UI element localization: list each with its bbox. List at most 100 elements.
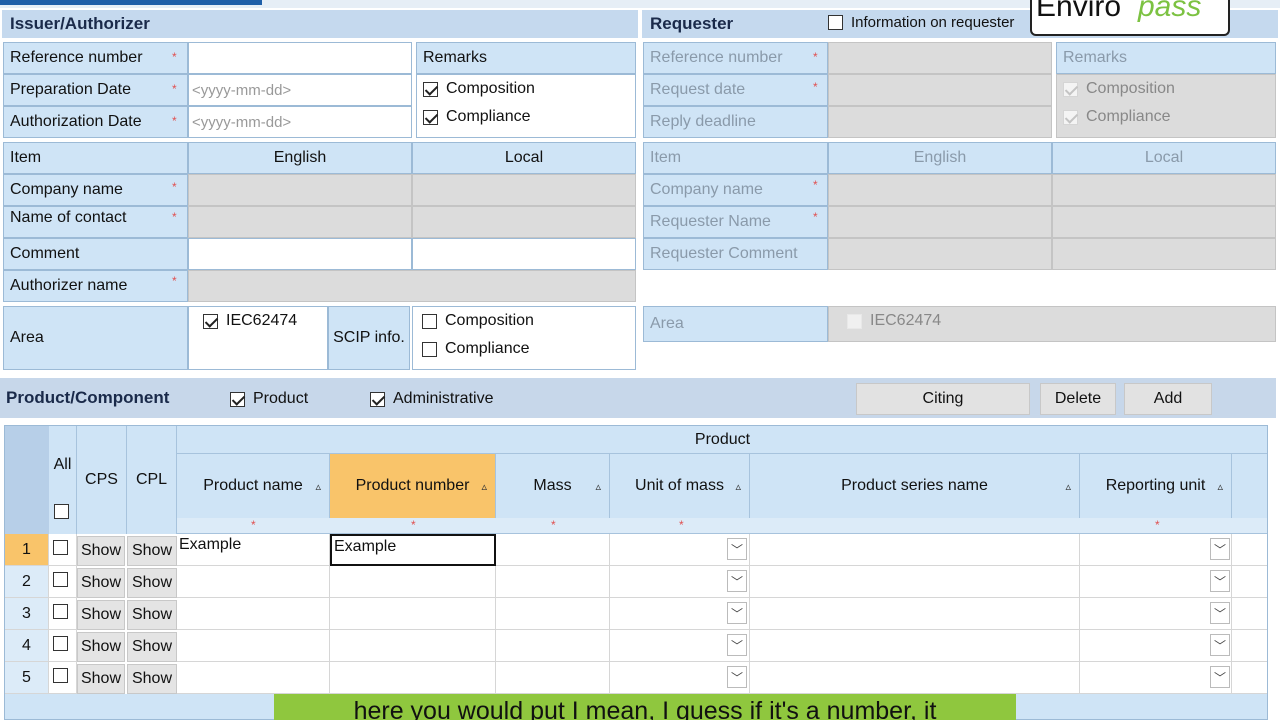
row-checkbox[interactable]: [53, 604, 68, 619]
checkbox[interactable]: [828, 15, 843, 30]
issuer-iec-checkbox-row[interactable]: IEC62474: [203, 312, 297, 330]
product-name-cell[interactable]: Example: [177, 534, 330, 566]
cpl-show-button[interactable]: Show: [127, 632, 177, 662]
row-number[interactable]: 5: [5, 662, 49, 694]
preparation-date-input[interactable]: <yyyy-mm-dd>: [188, 74, 412, 106]
name-of-contact-local[interactable]: [412, 206, 636, 238]
checkbox[interactable]: [203, 313, 218, 329]
mass-cell[interactable]: [496, 662, 610, 694]
mass-cell[interactable]: [496, 566, 610, 598]
cpl-show-button[interactable]: Show: [127, 600, 177, 630]
product-number-cell[interactable]: [330, 662, 496, 694]
checkbox[interactable]: [422, 341, 437, 357]
row-number[interactable]: 1: [5, 534, 49, 566]
product-number-cell[interactable]: [330, 630, 496, 662]
chevron-down-icon[interactable]: ﹀: [1210, 538, 1230, 560]
col-cps-header[interactable]: CPS: [77, 426, 127, 534]
product-name-cell[interactable]: [177, 630, 330, 662]
cpl-show-button[interactable]: Show: [127, 664, 177, 694]
cps-show-button[interactable]: Show: [77, 568, 125, 598]
product-name-cell[interactable]: [177, 566, 330, 598]
product-group-header: Product: [177, 426, 1267, 454]
scip-composition-row[interactable]: Composition: [422, 312, 534, 330]
active-tab-indicator: [0, 0, 262, 5]
citing-button[interactable]: Citing: [856, 383, 1030, 415]
product-checkbox-row[interactable]: Product: [230, 390, 308, 408]
product-number-cell[interactable]: Example: [330, 534, 496, 566]
mass-cell[interactable]: [496, 534, 610, 566]
add-button[interactable]: Add: [1124, 383, 1212, 415]
required-star: *: [172, 114, 177, 128]
comment-local-input[interactable]: [412, 238, 636, 270]
required-star: *: [813, 210, 818, 224]
col-product-series-name-header[interactable]: Product series name ▵: [750, 454, 1080, 518]
row-checkbox[interactable]: [53, 668, 68, 683]
chevron-down-icon[interactable]: ﹀: [727, 602, 747, 624]
chevron-down-icon[interactable]: ﹀: [727, 538, 747, 560]
col-reporting-unit-header[interactable]: Reporting unit ▵: [1080, 454, 1232, 518]
requester-iec-row: IEC62474: [847, 312, 941, 330]
chevron-down-icon[interactable]: ﹀: [1210, 570, 1230, 592]
col-cpl-header[interactable]: CPL: [127, 426, 177, 534]
product-series-name-cell[interactable]: [750, 566, 1080, 598]
information-on-requester-row[interactable]: Information on requester: [828, 14, 1014, 31]
chevron-down-icon[interactable]: ﹀: [1210, 666, 1230, 688]
checkbox[interactable]: [423, 81, 438, 97]
col-mass-header[interactable]: Mass ▵: [496, 454, 610, 518]
row-number[interactable]: 2: [5, 566, 49, 598]
extra-cell: [1232, 534, 1267, 566]
cps-show-button[interactable]: Show: [77, 632, 125, 662]
checkbox[interactable]: [230, 391, 245, 407]
issuer-reference-number-input[interactable]: [188, 42, 412, 74]
product-number-cell[interactable]: [330, 566, 496, 598]
row-number[interactable]: 3: [5, 598, 49, 630]
delete-button[interactable]: Delete: [1040, 383, 1116, 415]
checkbox: [847, 313, 862, 329]
issuer-remarks-compliance[interactable]: Compliance: [423, 108, 530, 126]
header-label: Product series name: [841, 477, 988, 494]
scip-compliance-row[interactable]: Compliance: [422, 340, 529, 358]
mass-cell[interactable]: [496, 598, 610, 630]
issuer-company-name-local[interactable]: [412, 174, 636, 206]
row-select-cell: [49, 662, 77, 694]
product-series-name-cell[interactable]: [750, 598, 1080, 630]
authorization-date-input[interactable]: <yyyy-mm-dd>: [188, 106, 412, 138]
required-star: *: [679, 518, 684, 532]
product-number-cell[interactable]: [330, 598, 496, 630]
product-series-name-cell[interactable]: [750, 534, 1080, 566]
row-number[interactable]: 4: [5, 630, 49, 662]
issuer-remarks-composition[interactable]: Composition: [423, 80, 535, 98]
chevron-down-icon[interactable]: ﹀: [727, 570, 747, 592]
chevron-down-icon[interactable]: ﹀: [1210, 634, 1230, 656]
cpl-show-button[interactable]: Show: [127, 536, 177, 566]
comment-english-input[interactable]: [188, 238, 412, 270]
required-marker-strip: * * * * *: [177, 518, 1267, 534]
chevron-down-icon[interactable]: ﹀: [727, 666, 747, 688]
col-product-name-header[interactable]: Product name ▵: [177, 454, 330, 518]
administrative-checkbox-row[interactable]: Administrative: [370, 390, 493, 408]
chevron-down-icon[interactable]: ﹀: [1210, 602, 1230, 624]
col-unit-of-mass-header[interactable]: Unit of mass ▵: [610, 454, 750, 518]
checkbox[interactable]: [422, 313, 437, 329]
name-of-contact-english[interactable]: [188, 206, 412, 238]
product-name-cell[interactable]: [177, 662, 330, 694]
product-series-name-cell[interactable]: [750, 662, 1080, 694]
authorizer-name-input[interactable]: [188, 270, 636, 302]
col-product-number-header[interactable]: Product number ▵: [330, 454, 496, 518]
required-star: *: [172, 274, 177, 288]
cps-show-button[interactable]: Show: [77, 536, 125, 566]
chevron-down-icon[interactable]: ﹀: [727, 634, 747, 656]
cps-show-button[interactable]: Show: [77, 664, 125, 694]
issuer-company-name-english[interactable]: [188, 174, 412, 206]
checkbox[interactable]: [423, 109, 438, 125]
product-name-cell[interactable]: [177, 598, 330, 630]
row-checkbox[interactable]: [53, 572, 68, 587]
product-series-name-cell[interactable]: [750, 630, 1080, 662]
select-all-checkbox[interactable]: [54, 504, 69, 519]
row-checkbox[interactable]: [53, 540, 68, 555]
row-checkbox[interactable]: [53, 636, 68, 651]
mass-cell[interactable]: [496, 630, 610, 662]
cps-show-button[interactable]: Show: [77, 600, 125, 630]
cpl-show-button[interactable]: Show: [127, 568, 177, 598]
checkbox[interactable]: [370, 391, 385, 407]
